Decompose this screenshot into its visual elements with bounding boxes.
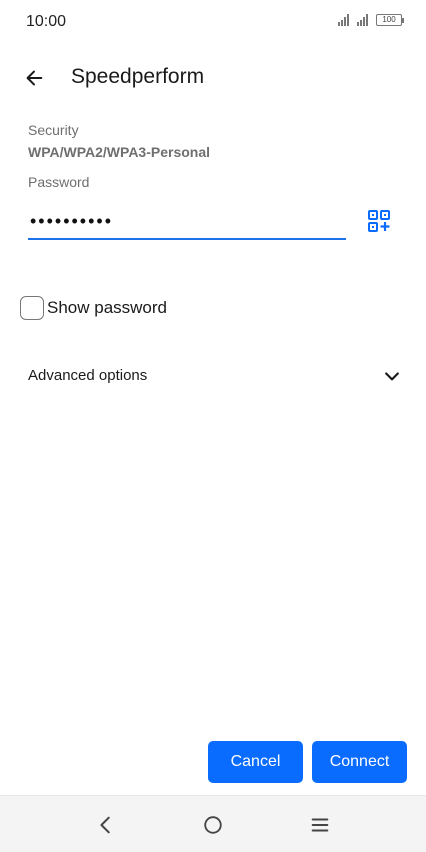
status-time: 10:00 xyxy=(26,13,67,30)
back-button[interactable] xyxy=(16,60,52,96)
chevron-down-icon xyxy=(385,372,399,381)
page-title: Speedperform xyxy=(71,65,205,88)
password-field[interactable] xyxy=(28,204,346,240)
advanced-options-label: Advanced options xyxy=(28,367,148,384)
show-password-toggle[interactable]: Show password xyxy=(20,296,167,320)
show-password-label: Show password xyxy=(47,298,168,317)
arrow-left-icon xyxy=(26,70,43,86)
qr-scan-icon xyxy=(368,210,390,232)
nav-back-button[interactable] xyxy=(91,810,121,840)
status-icons: 100 xyxy=(338,14,404,26)
signal-icon xyxy=(357,14,368,26)
app-bar: Speedperform xyxy=(0,56,426,100)
show-password-checkbox[interactable] xyxy=(20,296,44,320)
security-label: Security xyxy=(28,122,79,138)
menu-nav-icon xyxy=(311,818,329,832)
advanced-options-row[interactable]: Advanced options xyxy=(0,358,426,394)
cancel-button[interactable]: Cancel xyxy=(208,741,303,783)
home-nav-icon xyxy=(204,816,222,834)
nav-home-button[interactable] xyxy=(198,810,228,840)
battery-level: 100 xyxy=(382,15,396,24)
nav-menu-button[interactable] xyxy=(305,810,335,840)
signal-icon xyxy=(338,14,349,26)
status-bar: 10:00 100 xyxy=(0,0,426,44)
security-value: WPA/WPA2/WPA3-Personal xyxy=(28,144,211,160)
back-nav-icon xyxy=(100,816,110,834)
battery-icon: 100 xyxy=(376,14,404,26)
qr-scan-button[interactable] xyxy=(364,206,394,236)
navigation-bar xyxy=(0,795,426,852)
password-label: Password xyxy=(28,174,90,190)
connect-button[interactable]: Connect xyxy=(312,741,407,783)
